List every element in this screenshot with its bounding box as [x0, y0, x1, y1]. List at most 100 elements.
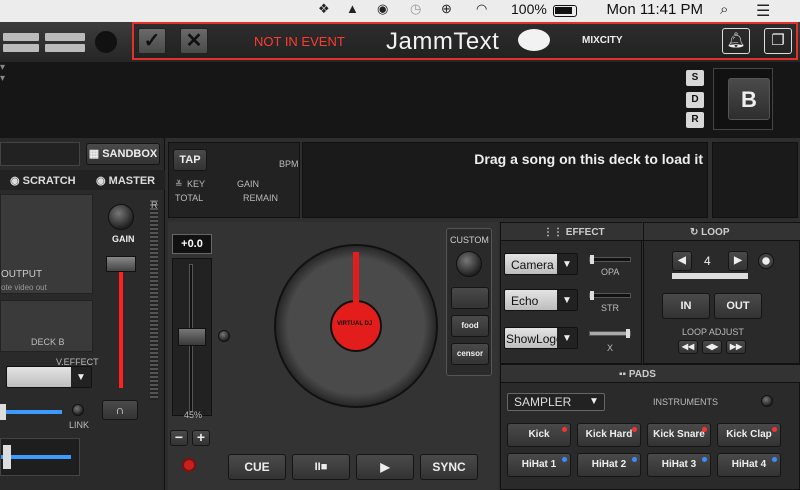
play-button[interactable]: ▶	[356, 454, 414, 480]
pad-led	[772, 427, 777, 432]
pad-row2-2[interactable]: HiHat 2	[577, 453, 641, 477]
str-slider[interactable]	[589, 291, 631, 300]
effect-slot-2[interactable]: Echo ▼	[504, 289, 578, 311]
loop-adjust-left[interactable]: ◀◀	[678, 340, 698, 354]
veffect-dropdown[interactable]: ▼	[6, 366, 92, 388]
video-output-panel[interactable]: OUTPUT ote video out	[0, 194, 93, 294]
pad-row2-4[interactable]: HiHat 4	[717, 453, 781, 477]
master-tab[interactable]: ◉ MASTER	[96, 174, 155, 187]
pad-led	[772, 457, 777, 462]
bell-icon[interactable]: 🔔︎	[722, 28, 750, 54]
pause-button[interactable]: II■	[292, 454, 350, 480]
deck-s-button[interactable]: S	[686, 70, 704, 86]
close-icon[interactable]: ✕	[180, 28, 208, 54]
tap-button[interactable]: TAP	[173, 149, 207, 171]
volume-track[interactable]	[119, 268, 123, 388]
pads-mode-dropdown[interactable]: SAMPLER ▼	[507, 393, 605, 411]
crossfader-track[interactable]	[0, 410, 62, 414]
pad-row1-4[interactable]: Kick Clap	[717, 423, 781, 447]
instruments-toggle[interactable]	[761, 395, 773, 407]
notification-center-icon[interactable]: ☰	[756, 1, 770, 21]
mac-menubar: ❖ ▲ ◉ ◷ ⊕ ◠ 100% Mon 11:41 PM ⌕ ☰	[0, 0, 800, 22]
custom-label: CUSTOM	[450, 235, 489, 245]
opa-slider[interactable]	[589, 255, 631, 264]
deck-header: S D R B ▾ ▾	[0, 62, 800, 138]
song-drop-zone[interactable]: Drag a song on this deck to load it	[302, 142, 708, 218]
chevron-down-icon: ▼	[71, 367, 91, 387]
menubar-clock[interactable]: Mon 11:41 PM	[607, 1, 703, 18]
loop-value[interactable]: 4	[704, 254, 711, 268]
pad-led	[562, 457, 567, 462]
pitch-reset[interactable]	[218, 330, 230, 342]
sandbox-button[interactable]: ▦ SANDBOX	[86, 143, 160, 165]
loop-adjust-label: LOOP ADJUST	[682, 327, 744, 337]
pitch-value[interactable]: +0.0	[172, 234, 212, 254]
loop-next-button[interactable]: ▶	[728, 251, 748, 271]
pad-row1-3[interactable]: Kick Snare	[647, 423, 711, 447]
pitch-percent: 45%	[184, 410, 203, 420]
cue-button[interactable]: CUE	[228, 454, 286, 480]
pad-row1-2[interactable]: Kick Hard	[577, 423, 641, 447]
spotlight-icon[interactable]: ⌕	[720, 1, 728, 18]
censor-button[interactable]: censor	[451, 343, 489, 365]
pad-row1-1[interactable]: Kick	[507, 423, 571, 447]
crossfader-handle[interactable]	[0, 404, 6, 420]
loop-adjust-both[interactable]: ◀▶	[702, 340, 722, 354]
key-icon[interactable]: ≚	[175, 179, 183, 190]
loop-in-button[interactable]: IN	[662, 293, 710, 319]
drive-icon[interactable]: ▲	[346, 1, 359, 16]
loop-prev-button[interactable]: ◀	[672, 251, 692, 271]
dropbox-icon[interactable]: ❖	[318, 1, 330, 17]
pad-led	[702, 427, 707, 432]
jammtext-bar: ✓ ✕ NOT IN EVENT JammText MIXCITY 🔔︎ ❐	[132, 22, 798, 60]
pitch-plus-button[interactable]: +	[192, 430, 210, 446]
output-label: OUTPUT	[1, 269, 43, 280]
scratch-tab[interactable]: ◉ SCRATCH	[10, 174, 76, 187]
pad-row2-3[interactable]: HiHat 3	[647, 453, 711, 477]
platter-center: VIRTUAL DJ	[330, 300, 382, 352]
effect-title: ⋮⋮ EFFECT	[543, 227, 605, 238]
loop-out-button[interactable]: OUT	[714, 293, 762, 319]
record-icon[interactable]	[182, 458, 196, 472]
chat-icon[interactable]: ❐	[764, 28, 792, 54]
bpm-label: BPM	[279, 159, 299, 169]
loop-adjust-right[interactable]: ▶▶	[726, 340, 746, 354]
volume-handle[interactable]	[106, 256, 136, 272]
loop-roll-icon[interactable]	[758, 253, 774, 269]
custom-button-empty[interactable]	[451, 287, 489, 309]
link-toggle[interactable]	[72, 404, 84, 416]
deck-letter[interactable]: B	[728, 78, 770, 120]
pad-led	[702, 457, 707, 462]
x-slider[interactable]	[589, 329, 631, 338]
chevron-down-icon: ▼	[557, 328, 577, 348]
deck-r-button[interactable]: R	[686, 112, 704, 128]
x-label: X	[607, 343, 614, 353]
pad-row2-1[interactable]: HiHat 1	[507, 453, 571, 477]
pitch-minus-button[interactable]: −	[170, 430, 188, 446]
loop-icon: ↻	[690, 227, 702, 238]
record-knob[interactable]	[95, 31, 117, 53]
gain-knob[interactable]	[108, 204, 134, 230]
battery-icon[interactable]	[553, 5, 577, 17]
effect-slot-3[interactable]: ShowLogo8 ▼	[504, 327, 578, 349]
remain-label: REMAIN	[243, 193, 279, 203]
deck-b-video[interactable]: DECK B	[0, 300, 93, 352]
link-label: LINK	[69, 420, 90, 430]
pads-title: ▪▪ PADS	[619, 369, 656, 380]
pitch-handle[interactable]	[178, 328, 206, 346]
battery-percent: 100%	[511, 1, 547, 17]
food-button[interactable]: food	[451, 315, 489, 337]
jog-wheel[interactable]: VIRTUAL DJ	[274, 244, 438, 408]
check-icon[interactable]: ✓	[138, 28, 166, 54]
deck-d-button[interactable]: D	[686, 92, 704, 108]
accessibility-icon[interactable]: ⊕	[441, 1, 452, 17]
sync-button[interactable]: SYNC	[420, 454, 478, 480]
wifi-icon[interactable]: ◠	[476, 1, 487, 17]
loop-title: ↻ LOOP	[690, 227, 730, 238]
effect-slot-1[interactable]: Camera ▼	[504, 253, 578, 275]
layout-bar-4	[45, 44, 85, 52]
headphones-icon[interactable]: ∩	[102, 400, 138, 420]
custom-knob[interactable]	[456, 251, 482, 277]
time-machine-icon[interactable]: ◷	[410, 1, 421, 17]
webcam-icon[interactable]: ◉	[377, 1, 388, 17]
